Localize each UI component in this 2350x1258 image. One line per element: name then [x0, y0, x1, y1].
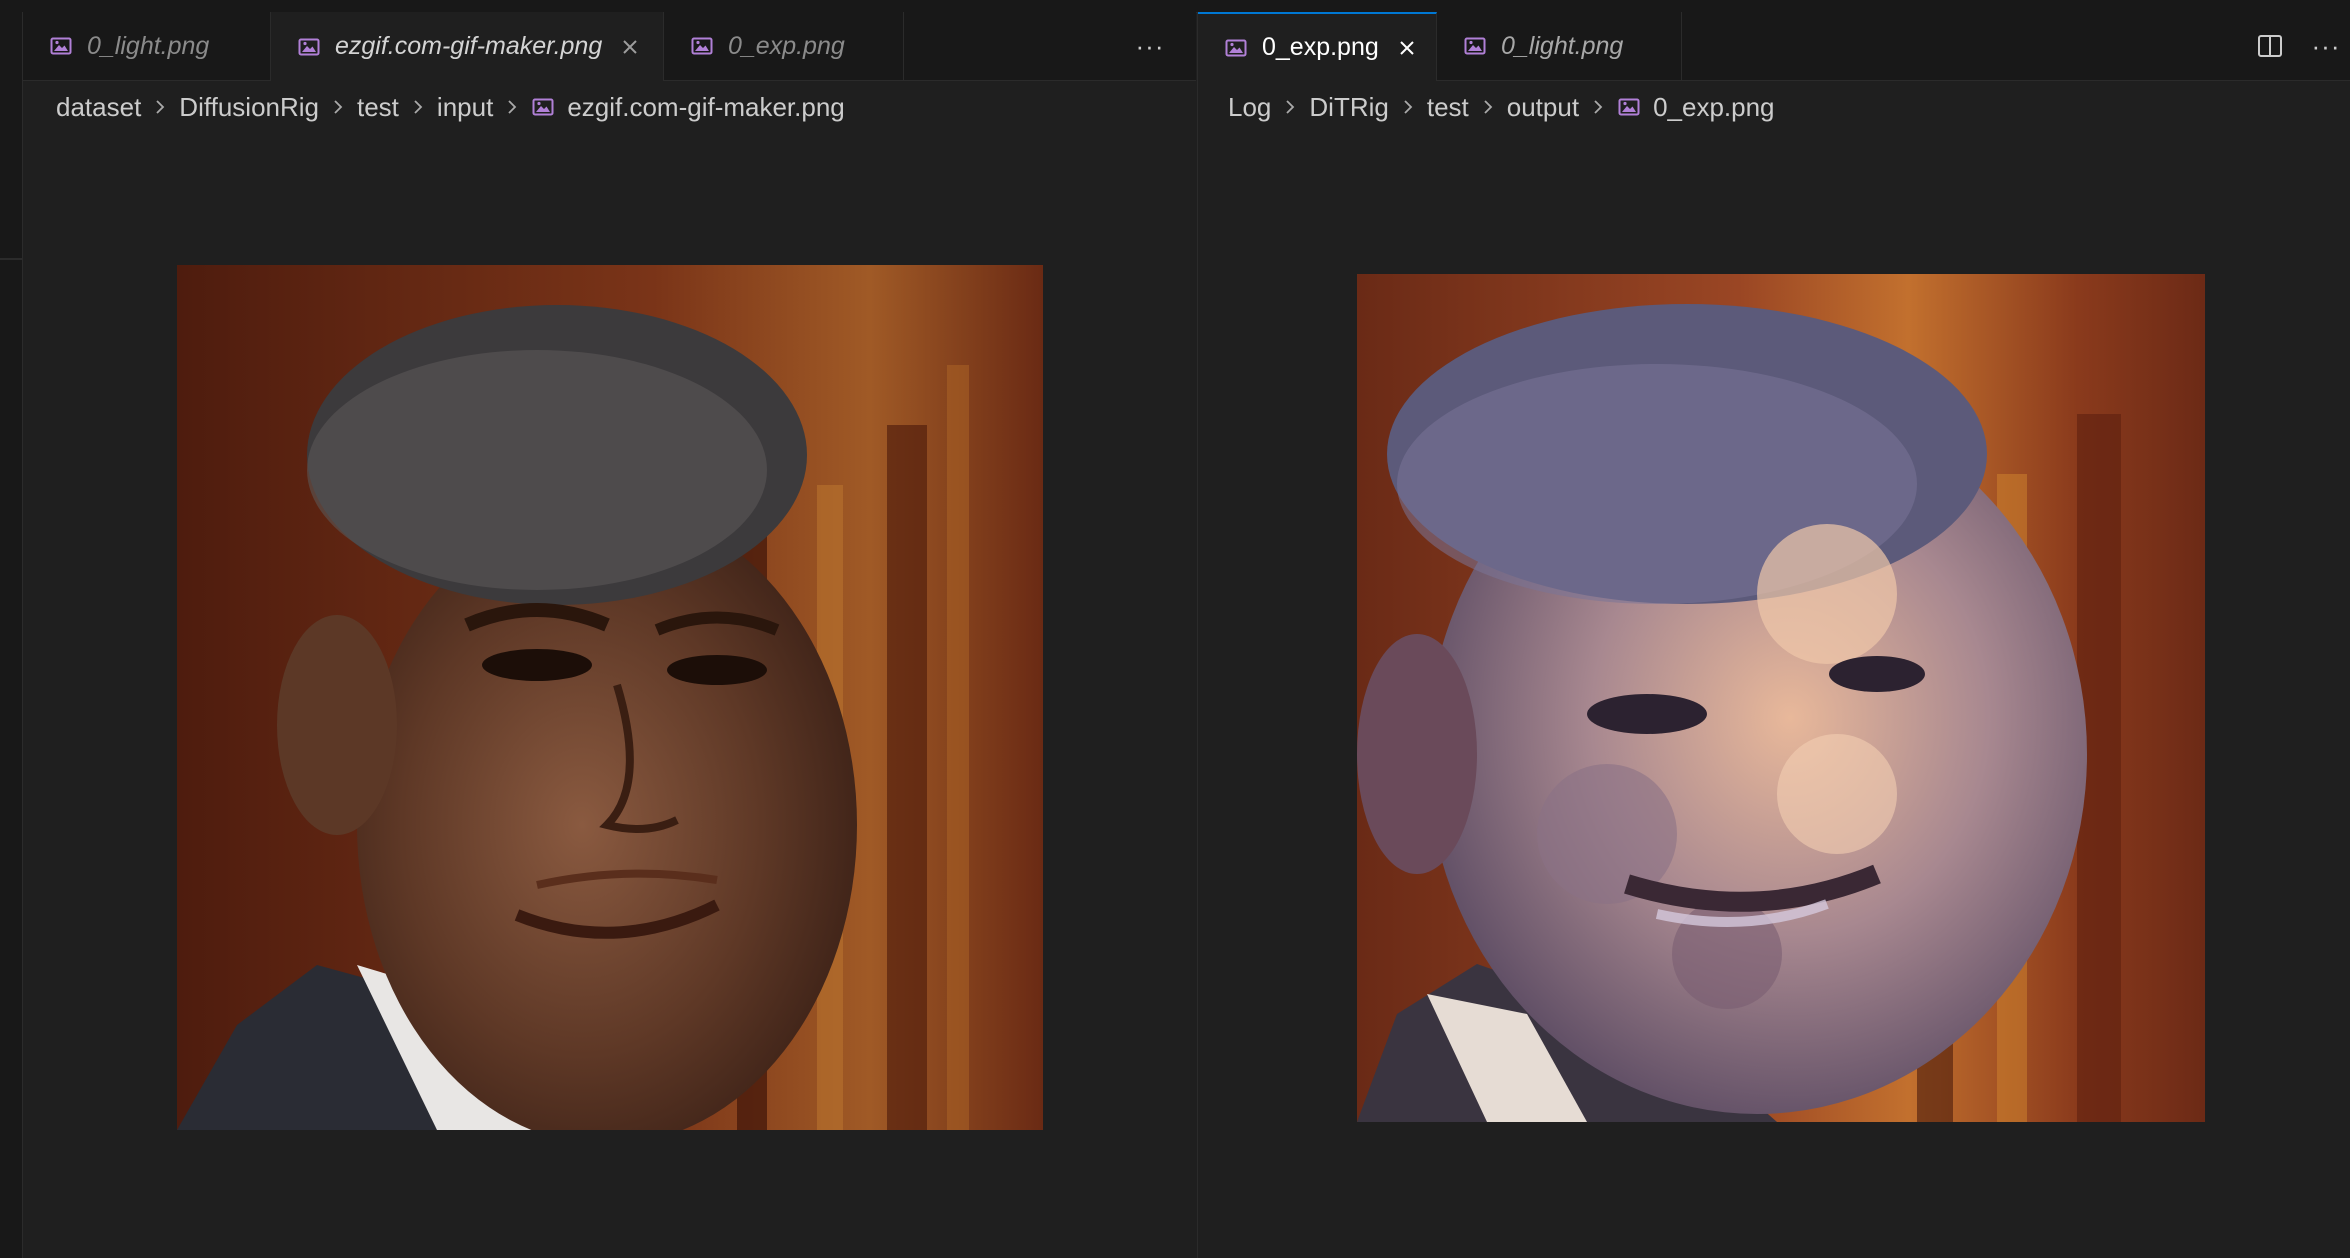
- tab-0-exp-left[interactable]: 0_exp.png: [664, 12, 904, 80]
- tab-label: 0_exp.png: [728, 31, 845, 60]
- image-file-icon: [532, 98, 554, 116]
- stylized-portrait: [1357, 274, 2205, 1122]
- tab-ezgif-left[interactable]: ezgif.com-gif-maker.png: [271, 12, 664, 81]
- image-file-icon: [691, 37, 713, 55]
- chevron-right-icon: [1279, 96, 1301, 118]
- breadcrumb-file[interactable]: 0_exp.png: [1617, 91, 1775, 123]
- image-preview-output[interactable]: [1357, 274, 2205, 1122]
- breadcrumb-file[interactable]: ezgif.com-gif-maker.png: [531, 91, 845, 123]
- breadcrumb-item[interactable]: DiffusionRig: [179, 92, 319, 123]
- chevron-right-icon: [1397, 96, 1419, 118]
- breadcrumb-right: Log DiTRig test output 0_exp.png: [1198, 82, 2350, 132]
- breadcrumb-file-label: 0_exp.png: [1653, 91, 1775, 122]
- ellipsis-icon[interactable]: ···: [2311, 31, 2341, 61]
- chevron-right-icon: [327, 96, 349, 118]
- breadcrumb-item[interactable]: test: [1427, 92, 1469, 123]
- breadcrumb-item[interactable]: test: [357, 92, 399, 123]
- image-file-icon: [298, 38, 320, 55]
- tab-0-light-right[interactable]: 0_light.png: [1437, 12, 1682, 80]
- tab-0-exp-right[interactable]: 0_exp.png: [1198, 12, 1437, 81]
- portrait-photo: [177, 265, 1043, 1130]
- breadcrumb-left: dataset DiffusionRig test input ezgif.co…: [23, 82, 1196, 132]
- tab-label: ezgif.com-gif-maker.png: [335, 32, 603, 60]
- breadcrumb-item[interactable]: dataset: [56, 92, 141, 123]
- ellipsis-icon[interactable]: ···: [1135, 31, 1165, 61]
- tab-label: 0_light.png: [87, 31, 210, 60]
- tab-bar-right: 0_exp.png 0_light.png ···: [1198, 12, 2350, 81]
- tab-0-light-left[interactable]: 0_light.png: [23, 12, 271, 80]
- breadcrumb-item[interactable]: DiTRig: [1309, 92, 1388, 123]
- chevron-right-icon: [1587, 96, 1609, 118]
- chevron-right-icon: [1477, 96, 1499, 118]
- editor-group-left: 0_light.png ezgif.com-gif-maker.png 0_ex…: [23, 12, 1196, 1258]
- breadcrumb-item[interactable]: Log: [1228, 92, 1271, 123]
- split-editor-icon[interactable]: [2255, 31, 2285, 61]
- image-file-icon: [1618, 98, 1640, 116]
- breadcrumb-item[interactable]: input: [437, 92, 493, 123]
- editor-group-right: 0_exp.png 0_light.png ··· Log DiTRig tes…: [1197, 12, 2350, 1258]
- tab-bar-left: 0_light.png ezgif.com-gif-maker.png 0_ex…: [23, 12, 1196, 81]
- activity-bar-edge: [0, 12, 23, 1258]
- tab-actions-left: ···: [1135, 12, 1165, 80]
- tab-actions-right: ···: [2255, 12, 2341, 80]
- breadcrumb-item[interactable]: output: [1507, 92, 1579, 123]
- image-file-icon: [1225, 39, 1247, 56]
- activity-bar-divider: [0, 258, 22, 260]
- breadcrumb-file-label: ezgif.com-gif-maker.png: [567, 91, 845, 122]
- image-file-icon: [50, 37, 72, 55]
- close-icon[interactable]: [1395, 36, 1419, 60]
- tab-label: 0_light.png: [1501, 31, 1624, 60]
- image-preview-input[interactable]: [177, 265, 1043, 1130]
- chevron-right-icon: [501, 96, 523, 118]
- chevron-right-icon: [149, 96, 171, 118]
- chevron-right-icon: [407, 96, 429, 118]
- image-file-icon: [1464, 37, 1486, 55]
- tab-label: 0_exp.png: [1262, 33, 1379, 61]
- close-icon[interactable]: [618, 35, 642, 59]
